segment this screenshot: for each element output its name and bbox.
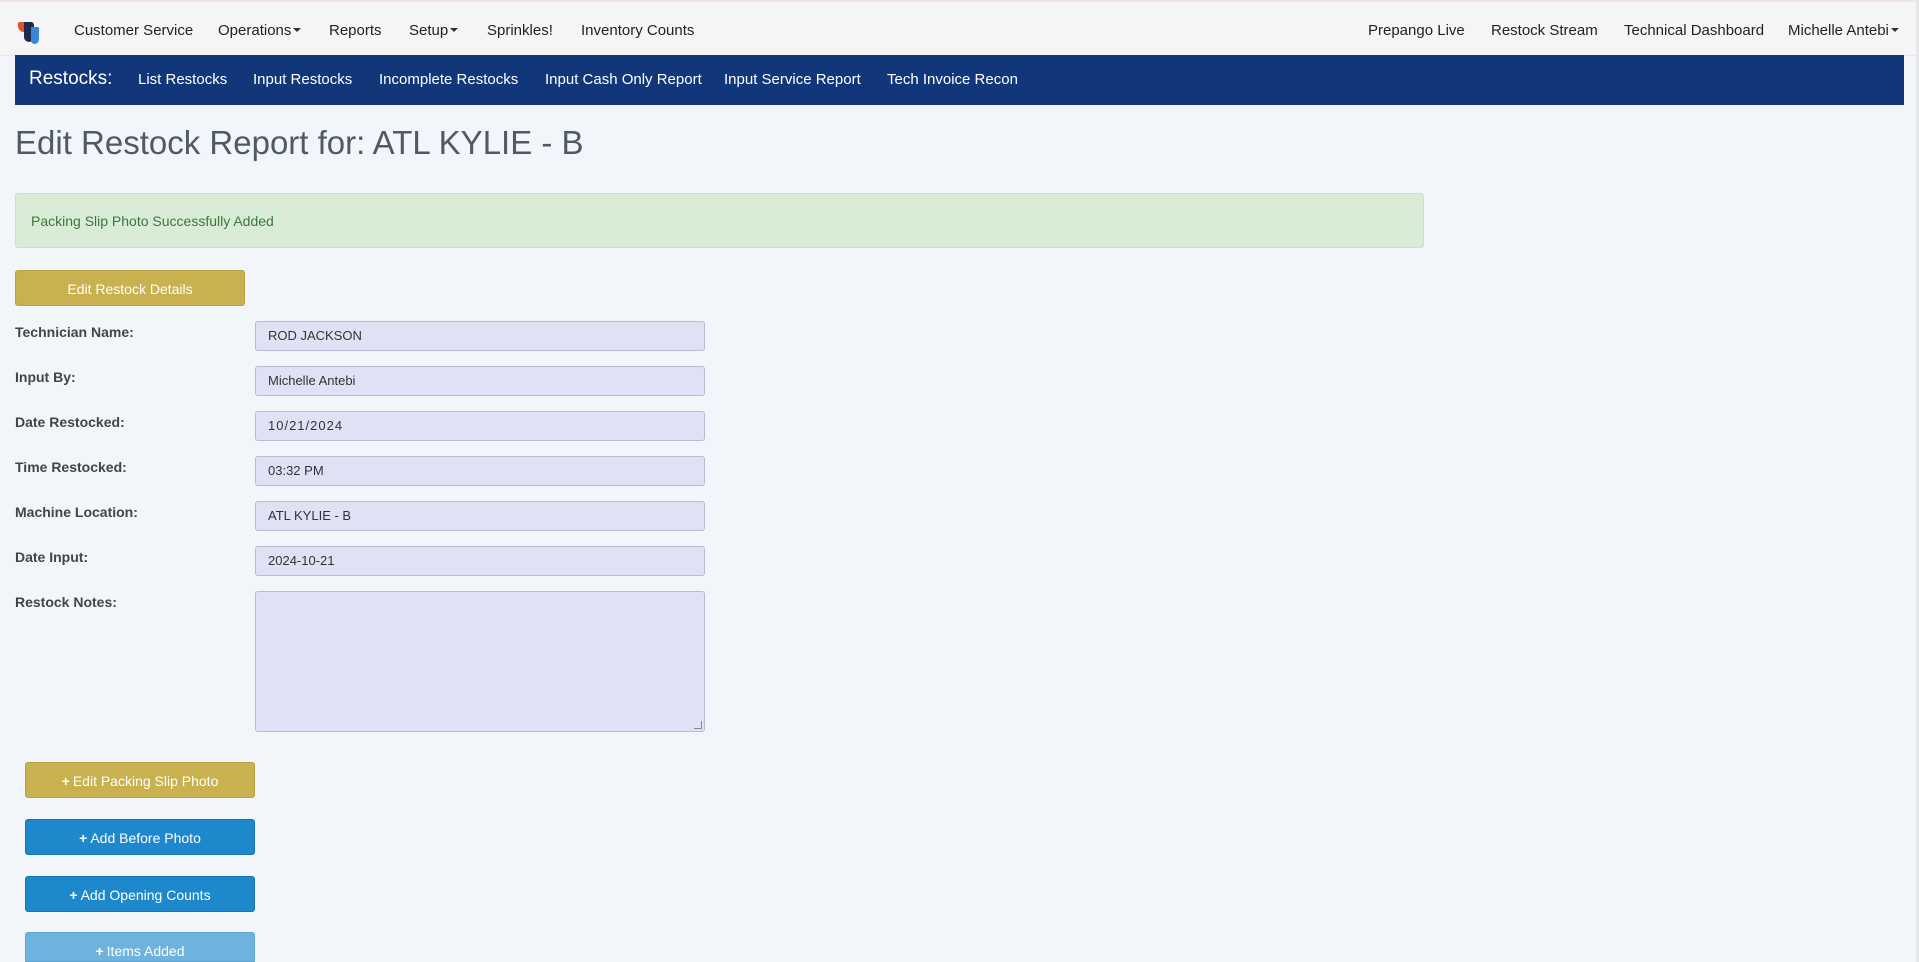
top-navbar: Customer Service Operations Reports Setu… — [0, 0, 1919, 56]
chevron-down-icon — [1890, 28, 1899, 33]
chevron-down-icon — [293, 28, 302, 33]
machine-location-field[interactable]: ATL KYLIE - B — [255, 501, 705, 531]
restocks-subnav: Restocks: List Restocks Input Restocks I… — [15, 55, 1904, 105]
subnav-input-restocks[interactable]: Input Restocks — [253, 70, 352, 90]
subnav-input-cash-only-report[interactable]: Input Cash Only Report — [545, 70, 702, 90]
success-alert: Packing Slip Photo Successfully Added — [15, 193, 1424, 248]
alert-message: Packing Slip Photo Successfully Added — [31, 213, 274, 229]
date-input-field[interactable]: 2024-10-21 — [255, 546, 705, 576]
nav-reports[interactable]: Reports — [329, 21, 382, 41]
user-menu[interactable]: Michelle Antebi — [1788, 21, 1899, 41]
subnav-incomplete-restocks[interactable]: Incomplete Restocks — [379, 70, 518, 90]
subnav-brand: Restocks: — [29, 68, 113, 89]
date-restocked-label: Date Restocked: — [15, 414, 125, 430]
add-opening-counts-button[interactable]: + Add Opening Counts — [25, 876, 255, 912]
nav-sprinkles[interactable]: Sprinkles! — [487, 21, 553, 41]
date-input-label: Date Input: — [15, 549, 89, 565]
app-logo-icon[interactable] — [18, 19, 42, 45]
subnav-input-service-report[interactable]: Input Service Report — [724, 70, 861, 90]
nav-restock-stream[interactable]: Restock Stream — [1491, 21, 1598, 41]
items-added-button[interactable]: + Items Added — [25, 932, 255, 962]
nav-prepango-live[interactable]: Prepango Live — [1368, 21, 1465, 41]
technician-name-label: Technician Name: — [15, 324, 134, 340]
plus-icon: + — [69, 887, 78, 903]
subnav-list-restocks[interactable]: List Restocks — [138, 70, 227, 90]
subnav-tech-invoice-recon[interactable]: Tech Invoice Recon — [887, 70, 1018, 90]
time-restocked-field[interactable]: 03:32 PM — [255, 456, 705, 486]
restock-notes-textarea[interactable] — [255, 591, 705, 732]
nav-technical-dashboard[interactable]: Technical Dashboard — [1624, 21, 1764, 41]
restock-notes-label: Restock Notes: — [15, 594, 117, 610]
plus-icon: + — [79, 830, 88, 846]
nav-inventory-counts[interactable]: Inventory Counts — [581, 21, 694, 41]
date-restocked-field[interactable]: 10/21/2024 — [255, 411, 705, 441]
input-by-field[interactable]: Michelle Antebi — [255, 366, 705, 396]
plus-icon: + — [61, 773, 70, 789]
resize-grip-icon[interactable] — [694, 721, 702, 729]
plus-icon: + — [95, 943, 104, 959]
chevron-down-icon — [450, 28, 459, 33]
nav-customer-service[interactable]: Customer Service — [74, 21, 193, 41]
time-restocked-label: Time Restocked: — [15, 459, 127, 475]
technician-name-field[interactable]: ROD JACKSON — [255, 321, 705, 351]
add-before-photo-button[interactable]: + Add Before Photo — [25, 819, 255, 855]
machine-location-label: Machine Location: — [15, 504, 138, 520]
nav-operations[interactable]: Operations — [218, 21, 302, 41]
input-by-label: Input By: — [15, 369, 76, 385]
edit-packing-slip-photo-button[interactable]: + Edit Packing Slip Photo — [25, 762, 255, 798]
nav-setup[interactable]: Setup — [409, 21, 459, 41]
edit-restock-details-button[interactable]: Edit Restock Details — [15, 270, 245, 306]
page-title: Edit Restock Report for: ATL KYLIE - B — [15, 124, 584, 161]
